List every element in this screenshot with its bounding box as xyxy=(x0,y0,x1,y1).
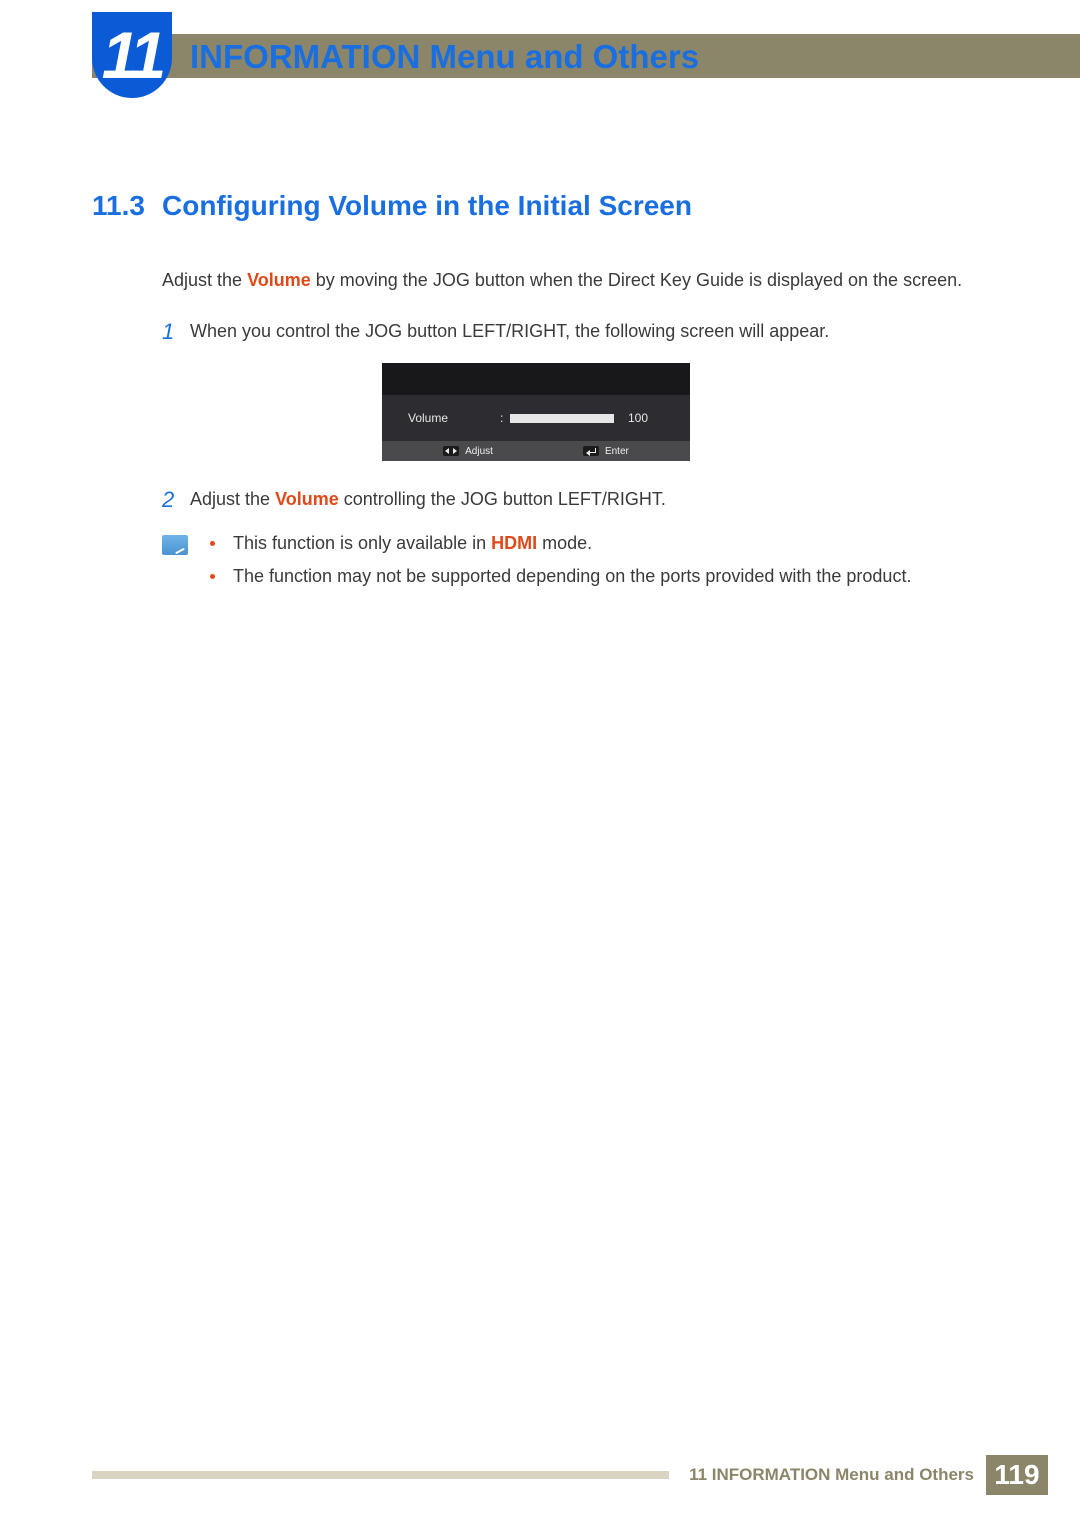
note-block: This function is only available in HDMI … xyxy=(162,533,972,599)
footer-bar xyxy=(92,1471,669,1479)
note-list: This function is only available in HDMI … xyxy=(210,533,972,599)
page-number: 119 xyxy=(986,1455,1048,1495)
chapter-badge: 11 xyxy=(92,12,172,98)
bullet-icon xyxy=(210,541,215,546)
osd-top-strip xyxy=(382,363,690,395)
note-item: This function is only available in HDMI … xyxy=(210,533,972,554)
step-number: 2 xyxy=(162,487,190,513)
osd-screenshot: Volume : 100 Adjust Enter xyxy=(382,363,690,461)
step-text: Adjust the Volume controlling the JOG bu… xyxy=(190,487,972,510)
footer-text: 11 INFORMATION Menu and Others xyxy=(689,1465,974,1485)
osd-hint-adjust: Adjust xyxy=(443,446,493,457)
osd-row: Volume : 100 xyxy=(382,395,690,441)
osd-label: Volume xyxy=(408,411,500,425)
osd-colon: : xyxy=(500,411,510,425)
section-title: Configuring Volume in the Initial Screen xyxy=(162,190,692,222)
section-number: 11.3 xyxy=(92,190,162,222)
bullet-icon xyxy=(210,574,215,579)
osd-hint-bar: Adjust Enter xyxy=(382,441,690,461)
note-item: The function may not be supported depend… xyxy=(210,566,972,587)
intro-paragraph: Adjust the Volume by moving the JOG butt… xyxy=(162,268,972,293)
step-2: 2 Adjust the Volume controlling the JOG … xyxy=(162,487,972,513)
osd-value: 100 xyxy=(628,411,648,425)
step-number: 1 xyxy=(162,319,190,345)
chapter-title: INFORMATION Menu and Others xyxy=(190,38,699,76)
step-text: When you control the JOG button LEFT/RIG… xyxy=(190,319,972,342)
chapter-number: 11 xyxy=(102,17,163,93)
note-icon xyxy=(162,535,188,555)
content: 11.3 Configuring Volume in the Initial S… xyxy=(92,190,992,599)
enter-icon xyxy=(583,446,599,456)
footer: 11 INFORMATION Menu and Others 119 xyxy=(92,1455,1048,1495)
section-heading: 11.3 Configuring Volume in the Initial S… xyxy=(92,190,992,222)
osd-hint-enter: Enter xyxy=(583,446,629,457)
left-right-icon xyxy=(443,446,459,456)
osd-bar xyxy=(510,414,614,423)
step-1: 1 When you control the JOG button LEFT/R… xyxy=(162,319,972,345)
